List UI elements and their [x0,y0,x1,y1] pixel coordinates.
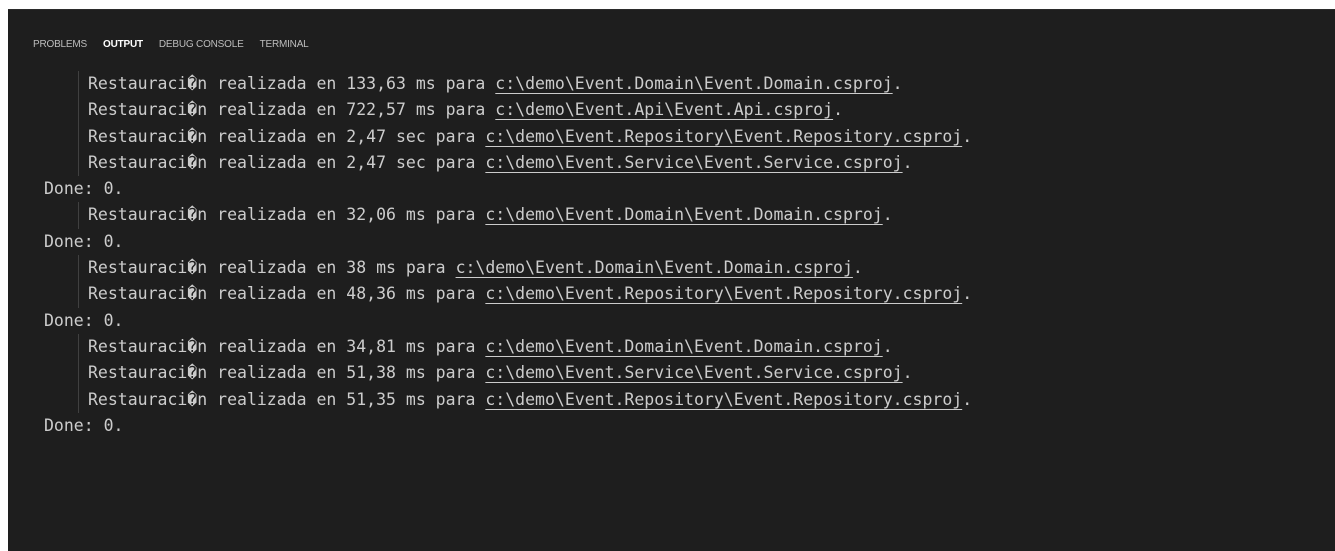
file-path-link[interactable]: c:\demo\Event.Domain\Event.Domain.csproj [495,74,892,93]
log-suffix: . [892,74,903,93]
tab-debug-console[interactable]: DEBUG CONSOLE [159,39,244,55]
log-text: Restauraci�n realizada en 38 ms para [88,258,456,278]
output-line: Restauraci�n realizada en 34,81 ms para … [44,333,1335,361]
file-path-link[interactable]: c:\demo\Event.Repository\Event.Repositor… [485,390,962,409]
log-text: Restauraci�n realizada en 2,47 sec para [88,126,486,146]
output-log[interactable]: Restauraci�n realizada en 133,63 ms para… [44,71,1335,439]
log-suffix: . [882,205,893,225]
log-text: Restauraci�n realizada en 48,36 ms para [88,284,486,304]
output-line: Restauraci�n realizada en 2,47 sec para … [44,123,1335,151]
log-suffix: . [902,363,913,383]
file-path-link[interactable]: c:\demo\Event.Service\Event.Service.cspr… [485,363,902,382]
output-line: Restauraci�n realizada en 133,63 ms para… [44,71,1335,98]
output-panel: PROBLEMS OUTPUT DEBUG CONSOLE TERMINAL R… [8,9,1335,551]
file-path-link[interactable]: c:\demo\Event.Domain\Event.Domain.csproj [485,337,882,356]
file-path-link[interactable]: c:\demo\Event.Repository\Event.Repositor… [485,127,962,146]
log-text: Done: 0. [44,415,124,435]
log-text: Restauraci�n realizada en 34,81 ms para [88,336,486,356]
log-suffix: . [962,126,973,146]
output-line: Done: 0. [44,176,1335,202]
log-text: Restauraci�n realizada en 51,38 ms para [88,363,486,383]
log-suffix: . [852,258,863,278]
log-text: Restauraci�n realizada en 133,63 ms para [88,74,496,93]
file-path-link[interactable]: c:\demo\Event.Api\Event.Api.csproj [495,100,833,119]
output-line: Restauraci�n realizada en 51,35 ms para … [44,386,1335,414]
output-line: Restauraci�n realizada en 32,06 ms para … [44,202,1335,230]
file-path-link[interactable]: c:\demo\Event.Domain\Event.Domain.csproj [485,205,882,224]
tab-output[interactable]: OUTPUT [103,39,143,55]
file-path-link[interactable]: c:\demo\Event.Repository\Event.Repositor… [485,284,962,303]
log-text: Done: 0. [44,179,124,199]
log-suffix: . [962,284,973,304]
tab-terminal[interactable]: TERMINAL [260,39,309,55]
log-text: Restauraci�n realizada en 722,57 ms para [88,100,496,120]
log-suffix: . [962,389,973,409]
file-path-link[interactable]: c:\demo\Event.Service\Event.Service.cspr… [485,153,902,172]
output-line: Restauraci�n realizada en 722,57 ms para… [44,97,1335,124]
file-path-link[interactable]: c:\demo\Event.Domain\Event.Domain.csproj [456,258,853,277]
log-text: Restauraci�n realizada en 2,47 sec para [88,152,486,172]
output-line: Done: 0. [44,229,1335,255]
tab-problems[interactable]: PROBLEMS [33,39,87,55]
panel-tabs: PROBLEMS OUTPUT DEBUG CONSOLE TERMINAL [33,39,309,55]
log-suffix: . [882,336,893,356]
output-line: Restauraci�n realizada en 2,47 sec para … [44,149,1335,177]
log-suffix: . [902,152,913,172]
output-line: Done: 0. [44,308,1335,334]
output-line: Restauraci�n realizada en 48,36 ms para … [44,281,1335,308]
log-suffix: . [833,100,843,120]
log-text: Done: 0. [44,231,124,251]
output-line: Restauraci�n realizada en 51,38 ms para … [44,360,1335,387]
log-text: Restauraci�n realizada en 32,06 ms para [88,205,486,225]
log-text: Done: 0. [44,310,124,330]
output-line: Done: 0. [44,413,1335,439]
output-line: Restauraci�n realizada en 38 ms para c:\… [44,255,1335,282]
log-text: Restauraci�n realizada en 51,35 ms para [88,389,486,409]
